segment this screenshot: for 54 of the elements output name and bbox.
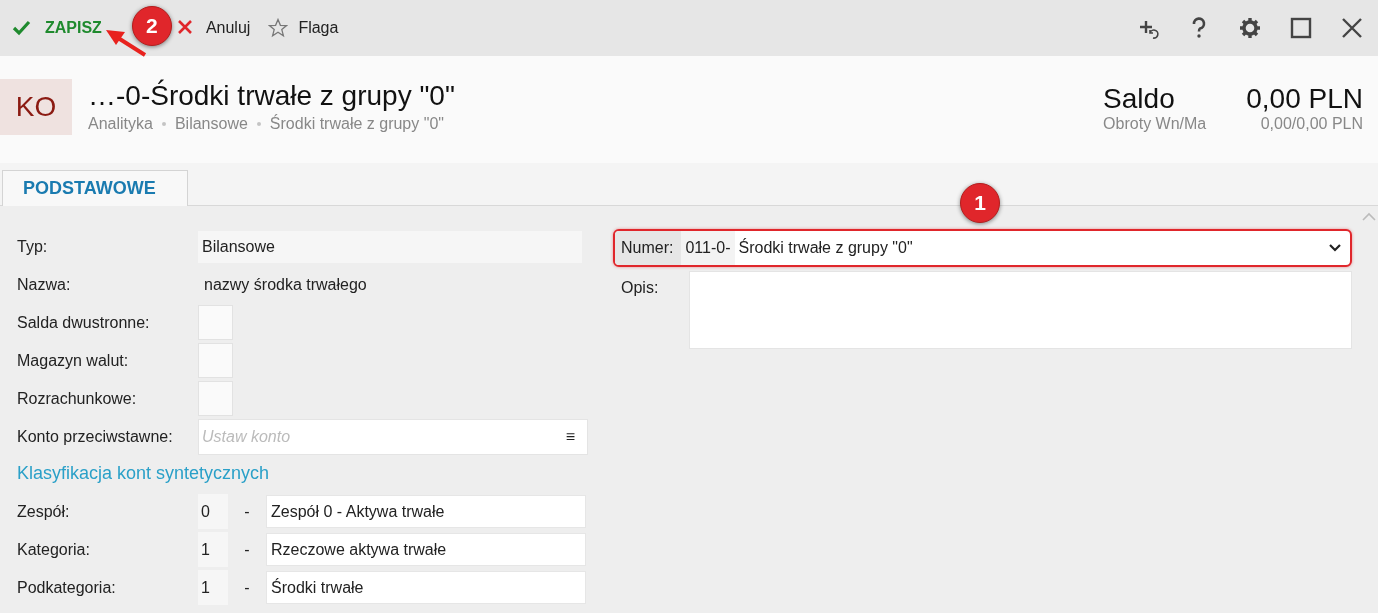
number-prefix: 011-0- — [681, 231, 735, 265]
field-label: Zespół: — [17, 502, 71, 521]
star-icon — [268, 18, 289, 38]
number-field[interactable]: Numer: 011-0- Środki trwałe z grupy "0" — [613, 229, 1352, 267]
field-label: Nazwa: — [17, 275, 72, 294]
separator-dot — [161, 122, 166, 126]
field-label: Podkategoria: — [17, 578, 117, 597]
record-title: …-0-Środki trwałe z grupy "0" — [88, 79, 456, 113]
field-label: Typ: — [17, 237, 49, 256]
tab[interactable]: PODSTAWOWE — [2, 170, 188, 206]
chevron-down-icon[interactable] — [1328, 243, 1342, 253]
check-icon — [12, 18, 32, 38]
name-field[interactable]: Rzeczowe aktywa trwałe — [266, 533, 586, 566]
balance-value: 0,00 PLN — [1246, 83, 1363, 115]
field-label: Opis: — [621, 278, 660, 298]
separator-text: - — [243, 502, 251, 521]
number-value: Środki trwałe z grupy "0" — [737, 239, 914, 257]
turnover-label: Obroty Wn/Ma — [1103, 115, 1207, 133]
code-field[interactable]: 1 — [198, 532, 228, 567]
separator-text: - — [243, 578, 251, 597]
description-field[interactable] — [688, 271, 1352, 349]
cancel-button[interactable]: Anuluj — [173, 14, 253, 42]
field-label: Kategoria: — [17, 540, 91, 559]
separator-text: - — [243, 540, 251, 559]
field-label: Salda dwustronne: — [17, 313, 151, 332]
settings-icon[interactable] — [1238, 16, 1262, 40]
close-icon[interactable] — [1340, 16, 1364, 40]
maximize-icon[interactable] — [1289, 16, 1313, 40]
flag-button[interactable]: Flaga — [266, 14, 341, 42]
callout-badge: 2 — [131, 6, 172, 46]
balance-label: Saldo — [1103, 83, 1176, 115]
breadcrumb-item: Bilansowe — [174, 115, 248, 133]
code-field[interactable]: 1 — [198, 570, 228, 605]
name-field[interactable]: Środki trwałe — [266, 571, 586, 604]
separator-dot — [256, 122, 261, 126]
menu-icon[interactable]: ≡ — [553, 428, 587, 446]
value-field[interactable]: Bilansowe — [198, 230, 582, 263]
code-field[interactable]: 0 — [198, 494, 228, 529]
field-label: Rozrachunkowe: — [17, 389, 138, 408]
callout-badge: 1 — [960, 183, 1000, 223]
checkbox[interactable] — [198, 381, 233, 416]
record-badge: KO — [0, 79, 72, 135]
breadcrumb-item: Analityka — [88, 115, 153, 133]
breadcrumb-item: Środki trwałe z grupy "0" — [269, 115, 444, 133]
value-text: nazwy środka trwałego — [203, 274, 368, 295]
field-label: Konto przeciwstawne: — [17, 428, 174, 446]
checkbox[interactable] — [198, 343, 233, 378]
field-label: Magazyn walut: — [17, 351, 130, 370]
field-label: Numer: — [615, 231, 682, 265]
account-field[interactable]: Ustaw konto ≡ — [198, 419, 588, 455]
checkbox[interactable] — [198, 305, 233, 340]
save-button[interactable]: ZAPISZ — [10, 14, 104, 42]
turnover-value: 0,00/0,00 PLN — [1259, 115, 1363, 133]
name-field[interactable]: Zespół 0 - Aktywa trwałe — [266, 495, 586, 528]
